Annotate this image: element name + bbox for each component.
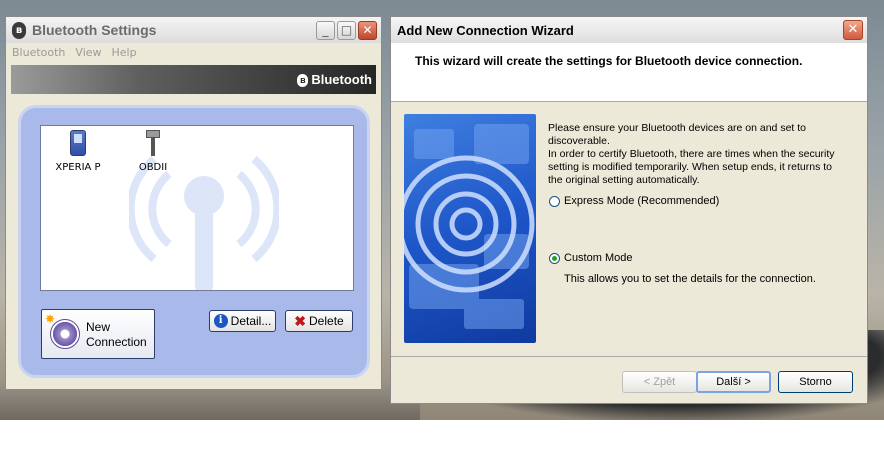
wizard-illustration — [404, 114, 536, 343]
wizard-footer-separator — [391, 356, 867, 357]
wizard-titlebar[interactable]: Add New Connection Wizard ✕ — [391, 17, 867, 43]
express-mode-radio[interactable] — [549, 195, 560, 207]
wizard-close-button[interactable]: ✕ — [843, 20, 863, 40]
wizard-title: Add New Connection Wizard — [397, 22, 574, 38]
bt-titlebar[interactable]: ʙ Bluetooth Settings _ □ ✕ — [6, 17, 381, 43]
express-mode-option[interactable]: Express Mode (Recommended) — [549, 195, 719, 207]
phone-icon — [70, 130, 86, 156]
bluetooth-icon: ʙ — [12, 21, 26, 39]
new-connection-button[interactable]: New Connection — [41, 309, 155, 359]
close-button[interactable]: ✕ — [358, 21, 377, 40]
delete-button-label: Delete — [309, 314, 344, 328]
custom-mode-description: This allows you to set the details for t… — [564, 273, 816, 285]
custom-mode-option[interactable]: Custom Mode — [549, 252, 632, 264]
back-button[interactable]: < Zpět — [622, 371, 697, 393]
bt-menubar: Bluetooth View Help — [6, 43, 381, 61]
detail-button-label: Detail... — [230, 314, 272, 328]
wizard-header: This wizard will create the settings for… — [391, 43, 867, 102]
next-button[interactable]: Další > — [696, 371, 771, 393]
minimize-button[interactable]: _ — [316, 21, 335, 40]
wizard-illustration-graphic — [404, 124, 535, 329]
cancel-button[interactable]: Storno — [778, 371, 853, 393]
device-item[interactable]: OBDII — [133, 130, 173, 173]
device-panel: XPERIA P OBDII New Connection i Detail..… — [18, 105, 370, 378]
delete-button[interactable]: ✖ Delete — [285, 310, 353, 332]
wizard-header-text: This wizard will create the settings for… — [415, 54, 803, 68]
menu-help[interactable]: Help — [112, 46, 137, 59]
device-name: OBDII — [138, 162, 168, 173]
new-connection-label: New Connection — [86, 320, 147, 350]
bluetooth-settings-window: ʙ Bluetooth Settings _ □ ✕ Bluetooth Vie… — [5, 16, 382, 390]
add-connection-wizard-window: Add New Connection Wizard ✕ This wizard … — [390, 16, 868, 404]
maximize-button[interactable]: □ — [337, 21, 356, 40]
obd-plug-icon — [146, 130, 160, 156]
device-item[interactable]: XPERIA P — [53, 130, 103, 173]
device-name: XPERIA P — [55, 162, 101, 173]
bluetooth-logo-icon: ʙ — [297, 74, 309, 88]
custom-mode-radio[interactable] — [549, 252, 560, 264]
delete-x-icon: ✖ — [294, 312, 307, 329]
bluetooth-logo: ʙ Bluetooth — [297, 72, 372, 88]
detail-button[interactable]: i Detail... — [209, 310, 276, 332]
menu-view[interactable]: View — [75, 46, 101, 59]
wizard-description: Please ensure your Bluetooth devices are… — [548, 122, 835, 186]
new-connection-label-line2: Connection — [86, 335, 147, 349]
bluetooth-logo-text: Bluetooth — [311, 72, 372, 87]
menu-bluetooth[interactable]: Bluetooth — [12, 46, 65, 59]
bluetooth-banner: ʙ Bluetooth — [11, 65, 376, 94]
device-list[interactable]: XPERIA P OBDII — [40, 125, 354, 291]
new-connection-icon — [45, 312, 80, 349]
express-mode-label: Express Mode (Recommended) — [564, 195, 720, 207]
screen-bottom-area — [0, 420, 884, 450]
custom-mode-label: Custom Mode — [564, 252, 633, 264]
bt-window-title: Bluetooth Settings — [32, 22, 157, 38]
new-connection-label-line1: New — [86, 320, 111, 334]
window-controls: _ □ ✕ — [316, 21, 377, 40]
info-icon: i — [213, 314, 228, 328]
